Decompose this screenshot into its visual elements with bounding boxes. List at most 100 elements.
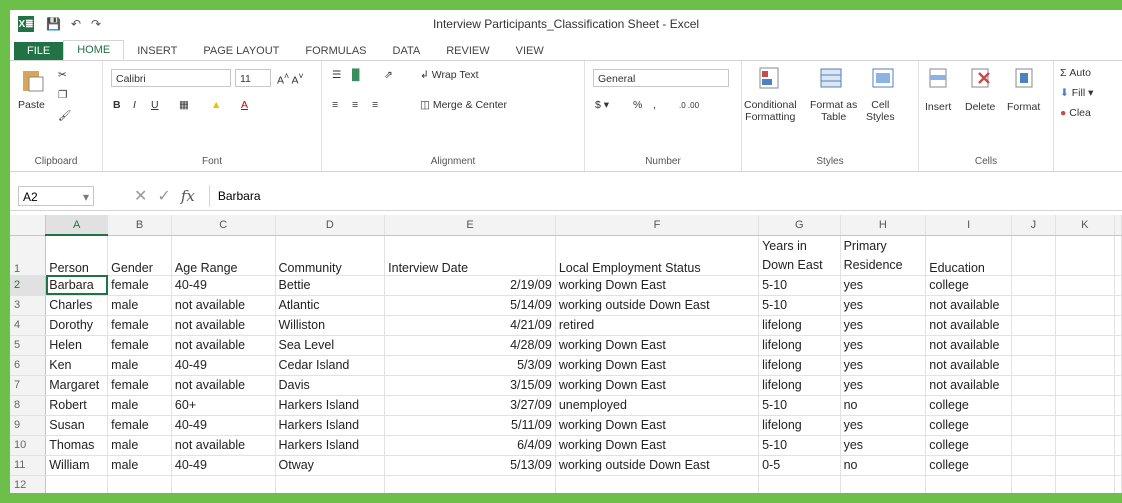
grid-cell[interactable] (1055, 455, 1116, 476)
grid-cell[interactable]: 5/14/09 (384, 295, 556, 316)
paste-button[interactable]: Paste (18, 99, 45, 111)
tab-file[interactable]: FILE (14, 42, 64, 60)
align-left-icon[interactable]: ≡ (332, 99, 338, 111)
grid-cell[interactable]: 4/21/09 (384, 315, 556, 336)
format-as-table-button[interactable]: Format as Table (810, 99, 857, 123)
grid-cell[interactable]: William (45, 455, 109, 476)
grid-cell[interactable] (107, 475, 172, 493)
row-number[interactable]: 8 (10, 395, 47, 416)
grid-cell[interactable]: not available (171, 335, 276, 356)
clear-button[interactable]: ● Clea (1060, 107, 1091, 119)
grid-cell[interactable]: lifelong (758, 355, 841, 376)
worksheet-grid[interactable]: A B C D E F G H I J K 1 Person Gender Age Range Communi… (10, 215, 1122, 493)
grid-cell[interactable]: working Down East (555, 435, 760, 456)
grid-cell[interactable]: yes (840, 275, 927, 296)
column-header-a[interactable]: A (45, 215, 109, 236)
row-number[interactable]: 2 (10, 275, 47, 296)
column-header-i[interactable]: I (925, 215, 1013, 236)
copy-icon[interactable]: ❐ (58, 89, 67, 101)
name-box[interactable]: A2 ▾ (18, 186, 94, 206)
grid-cell[interactable] (384, 475, 556, 493)
number-format-select[interactable]: General (593, 69, 729, 87)
fill-color-icon[interactable]: ▲ (211, 99, 221, 111)
grid-cell[interactable]: 40-49 (171, 415, 276, 436)
insert-cells-icon[interactable] (925, 65, 951, 91)
column-title-cell[interactable]: Age Range (171, 235, 276, 276)
grid-cell[interactable]: no (840, 395, 927, 416)
row-number[interactable]: 3 (10, 295, 47, 316)
grid-cell[interactable]: female (107, 375, 172, 396)
row-number[interactable]: 7 (10, 375, 47, 396)
column-header-d[interactable]: D (275, 215, 386, 236)
orientation-icon[interactable]: ⇗ (384, 69, 393, 81)
grid-cell[interactable] (1055, 295, 1116, 316)
grid-cell[interactable]: 0-5 (758, 455, 841, 476)
grid-cell[interactable]: 40-49 (171, 355, 276, 376)
grid-cell[interactable]: yes (840, 315, 927, 336)
grid-cell[interactable]: 3/27/09 (384, 395, 556, 416)
grid-cell[interactable] (758, 475, 841, 493)
column-title-cell[interactable]: Interview Date (384, 235, 556, 276)
grid-cell[interactable]: 5/11/09 (384, 415, 556, 436)
grid-cell[interactable]: 5/3/09 (384, 355, 556, 376)
grid-cell[interactable] (1055, 395, 1116, 416)
format-painter-icon[interactable]: 🖌 (58, 109, 71, 122)
grid-cell[interactable]: male (107, 295, 172, 316)
grid-cell[interactable] (1011, 335, 1056, 356)
grid-cell[interactable]: 40-49 (171, 275, 276, 296)
grid-cell[interactable] (1011, 275, 1056, 296)
delete-button[interactable]: Delete (965, 101, 995, 113)
grid-cell[interactable]: Dorothy (45, 315, 109, 336)
grid-cell[interactable]: Robert (45, 395, 109, 416)
grid-cell[interactable]: lifelong (758, 375, 841, 396)
grid-cell[interactable]: not available (171, 315, 276, 336)
row-number[interactable]: 1 (10, 235, 47, 276)
grid-cell[interactable]: Thomas (45, 435, 109, 456)
grid-cell[interactable]: Bettie (275, 275, 386, 296)
grid-cell[interactable]: 3/15/09 (384, 375, 556, 396)
grid-cell[interactable] (1114, 375, 1122, 396)
grid-cell[interactable]: 5/13/09 (384, 455, 556, 476)
row-number[interactable]: 6 (10, 355, 47, 376)
tab-data[interactable]: DATA (380, 42, 434, 60)
cell-styles-button[interactable]: Cell Styles (866, 99, 895, 123)
grid-cell[interactable] (1011, 435, 1056, 456)
grid-cell[interactable]: female (107, 335, 172, 356)
grid-cell[interactable]: 6/4/09 (384, 435, 556, 456)
italic-button[interactable]: I (133, 99, 136, 111)
column-title-cell[interactable]: Community (275, 235, 386, 276)
grid-cell[interactable]: female (107, 275, 172, 296)
grid-cell[interactable]: yes (840, 355, 927, 376)
column-header-k[interactable]: K (1055, 215, 1116, 236)
comma-icon[interactable]: , (653, 99, 656, 111)
grid-cell[interactable] (1114, 355, 1122, 376)
column-title-cell[interactable]: Gender (107, 235, 172, 276)
underline-button[interactable]: U (151, 99, 159, 111)
grow-font-icon[interactable]: A˄ A˅ (277, 71, 304, 87)
tab-formulas[interactable]: FORMULAS (292, 42, 379, 60)
grid-cell[interactable]: 5-10 (758, 395, 841, 416)
grid-cell[interactable] (1114, 315, 1122, 336)
grid-cell[interactable]: yes (840, 295, 927, 316)
grid-cell[interactable]: not available (171, 375, 276, 396)
row-number[interactable]: 5 (10, 335, 47, 356)
grid-cell[interactable] (925, 475, 1013, 493)
grid-cell[interactable]: unemployed (555, 395, 760, 416)
grid-cell[interactable]: working Down East (555, 335, 760, 356)
conditional-formatting-button[interactable]: Conditional Formatting (744, 99, 797, 123)
delete-cells-icon[interactable] (967, 65, 993, 91)
grid-cell[interactable]: college (925, 415, 1013, 436)
grid-cell[interactable]: Otway (275, 455, 386, 476)
column-title-cell[interactable] (1114, 235, 1122, 276)
grid-cell[interactable]: Charles (45, 295, 109, 316)
column-header-e[interactable]: E (384, 215, 556, 236)
save-icon[interactable]: 💾 (46, 17, 61, 31)
grid-cell[interactable]: 40-49 (171, 455, 276, 476)
grid-cell[interactable] (1114, 335, 1122, 356)
grid-cell[interactable]: no (840, 455, 927, 476)
row-number[interactable]: 10 (10, 435, 47, 456)
grid-cell[interactable] (1055, 315, 1116, 336)
grid-cell[interactable] (1114, 455, 1122, 476)
column-title-cell[interactable]: Local Employment Status (555, 235, 760, 276)
grid-cell[interactable]: Atlantic (275, 295, 386, 316)
